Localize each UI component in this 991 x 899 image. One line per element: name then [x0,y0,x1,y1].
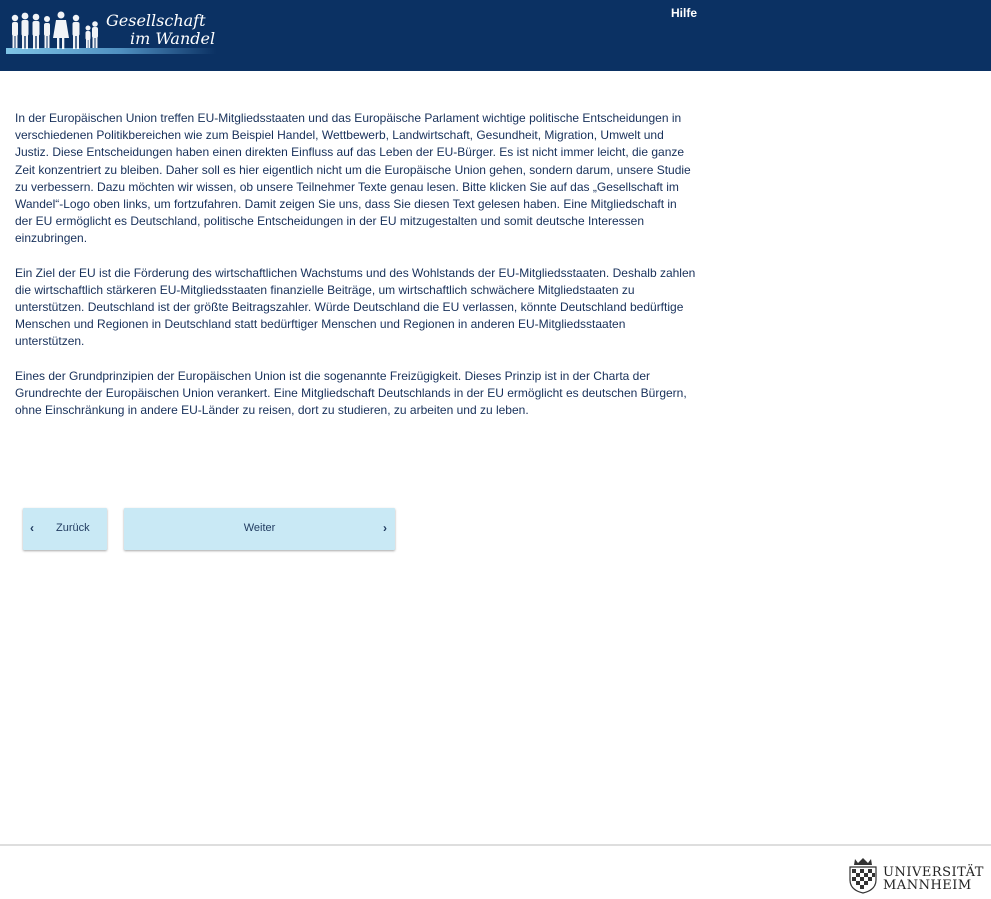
help-link[interactable]: Hilfe [671,6,697,20]
logo-text-line1[interactable]: Gesellschaft [106,11,206,30]
next-button[interactable]: Weiter › [124,508,395,550]
logo-text-line2[interactable]: im Wandel [130,29,215,48]
university-crest-icon [849,858,877,894]
back-button[interactable]: ‹ Zurück [23,508,107,550]
next-button-label: Weiter [243,522,276,534]
university-mannheim-logo: UNIVERSITÄT MANNHEIM [846,855,988,895]
paragraph-2: Ein Ziel der EU ist die Förderung des wi… [15,265,696,349]
chevron-left-icon: ‹ [30,521,34,535]
chevron-right-icon: › [383,521,387,535]
gesellschaft-im-wandel-logo[interactable]: Gesellschaft im Wandel [4,4,216,58]
header-bar: Gesellschaft im Wandel Hilfe [0,0,991,71]
paragraph-1: In der Europäischen Union treffen EU-Mit… [15,111,691,246]
paragraph-3: Eines der Grundprinzipien der Europäisch… [15,368,687,418]
back-button-label: Zurück [56,522,90,534]
footer-divider [0,844,991,846]
university-name-line2: MANNHEIM [883,878,972,893]
question-text: In der Europäischen Union treffen EU-Mit… [15,110,697,436]
